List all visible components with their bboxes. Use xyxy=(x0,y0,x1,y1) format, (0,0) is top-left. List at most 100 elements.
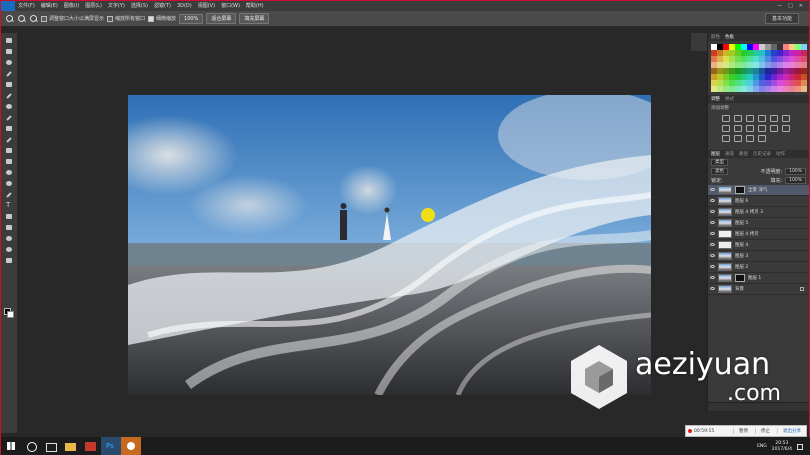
menu-filter[interactable]: 滤镜(T) xyxy=(151,1,174,11)
color-swatch[interactable] xyxy=(741,44,747,50)
color-swatch[interactable] xyxy=(789,80,795,86)
color-swatch[interactable] xyxy=(729,68,735,74)
menu-select[interactable]: 选择(S) xyxy=(128,1,151,11)
color-swatch[interactable] xyxy=(711,74,717,80)
windows-start-icon[interactable] xyxy=(1,437,21,455)
menu-view[interactable]: 视图(V) xyxy=(195,1,218,11)
photo-filter-icon[interactable] xyxy=(746,124,754,132)
tab-adjustments[interactable]: 调整 xyxy=(711,96,720,102)
color-swatch[interactable] xyxy=(747,44,753,50)
recorder-app-icon[interactable] xyxy=(121,437,141,455)
color-swatch[interactable] xyxy=(795,68,801,74)
layer-row[interactable]: 背景 xyxy=(708,284,809,295)
color-swatch[interactable] xyxy=(717,80,723,86)
color-swatch[interactable] xyxy=(717,74,723,80)
layer-row[interactable]: 图层 1 xyxy=(708,273,809,284)
menu-type[interactable]: 文字(Y) xyxy=(105,1,128,11)
color-swatch[interactable] xyxy=(759,74,765,80)
move-tool-icon[interactable] xyxy=(4,36,14,45)
color-swatch[interactable] xyxy=(783,44,789,50)
more-tools-icon[interactable] xyxy=(4,256,14,265)
color-swatch[interactable] xyxy=(717,50,723,56)
zoom-tool-icon[interactable] xyxy=(4,245,14,254)
channel-mixer-icon[interactable] xyxy=(758,124,766,132)
color-swatch[interactable] xyxy=(759,44,765,50)
color-swatch[interactable] xyxy=(753,44,759,50)
color-swatch[interactable] xyxy=(789,74,795,80)
layer-mask-thumbnail[interactable] xyxy=(735,273,745,282)
color-swatch[interactable] xyxy=(747,80,753,86)
hue-saturation-icon[interactable] xyxy=(782,114,790,122)
color-swatch[interactable] xyxy=(777,62,783,68)
panel-dock-icons[interactable] xyxy=(691,33,707,51)
color-swatch[interactable] xyxy=(771,80,777,86)
color-swatch[interactable] xyxy=(795,56,801,62)
color-swatch[interactable] xyxy=(729,86,735,92)
layer-row[interactable]: 图层 2 xyxy=(708,262,809,273)
tab-color[interactable]: 颜色 xyxy=(711,34,720,40)
color-swatch[interactable] xyxy=(765,68,771,74)
brush-tool-icon[interactable] xyxy=(4,113,14,122)
tab-history[interactable]: 历史记录 xyxy=(753,151,771,157)
visibility-eye-icon[interactable] xyxy=(710,265,715,268)
color-swatch[interactable] xyxy=(753,62,759,68)
menu-edit[interactable]: 编辑(E) xyxy=(38,1,61,11)
color-balance-icon[interactable] xyxy=(722,124,730,132)
color-swatch[interactable] xyxy=(795,80,801,86)
threshold-icon[interactable] xyxy=(734,134,742,142)
color-swatch[interactable] xyxy=(765,80,771,86)
ime-indicator[interactable]: ENG xyxy=(757,444,767,449)
path-select-tool-icon[interactable] xyxy=(4,212,14,221)
color-lookup-icon[interactable] xyxy=(770,124,778,132)
color-swatch[interactable] xyxy=(789,44,795,50)
color-swatch[interactable] xyxy=(765,44,771,50)
zoom-100-button[interactable]: 100% xyxy=(179,13,204,24)
color-swatch[interactable] xyxy=(783,50,789,56)
color-swatch[interactable] xyxy=(801,86,807,92)
color-swatch[interactable] xyxy=(741,62,747,68)
swatches-grid[interactable] xyxy=(708,41,809,95)
eraser-tool-icon[interactable] xyxy=(4,146,14,155)
resize-windows-checkbox[interactable]: 调整窗口大小以满屏显示 xyxy=(41,15,104,22)
blend-mode-select[interactable]: 滤色 xyxy=(711,167,728,175)
color-swatch[interactable] xyxy=(729,56,735,62)
menu-3d[interactable]: 3D(D) xyxy=(174,1,195,11)
blur-tool-icon[interactable] xyxy=(4,168,14,177)
color-swatch[interactable] xyxy=(729,50,735,56)
color-swatch[interactable] xyxy=(723,56,729,62)
color-swatch[interactable] xyxy=(795,86,801,92)
zoom-all-checkbox[interactable]: 缩放所有窗口 xyxy=(107,15,145,22)
visibility-eye-icon[interactable] xyxy=(710,243,715,246)
color-swatch[interactable] xyxy=(711,50,717,56)
crop-tool-icon[interactable] xyxy=(4,80,14,89)
menu-image[interactable]: 图像(I) xyxy=(61,1,82,11)
color-swatch[interactable] xyxy=(735,62,741,68)
color-swatch[interactable] xyxy=(717,44,723,50)
color-swatch[interactable] xyxy=(711,62,717,68)
color-swatch[interactable] xyxy=(723,68,729,74)
dodge-tool-icon[interactable] xyxy=(4,179,14,188)
color-swatch[interactable] xyxy=(753,50,759,56)
scrubby-zoom-checkbox[interactable]: 细微缩放 xyxy=(148,15,176,22)
tab-actions[interactable]: 动作 xyxy=(776,151,785,157)
color-swatch[interactable] xyxy=(759,68,765,74)
color-swatch[interactable] xyxy=(759,62,765,68)
color-swatch[interactable] xyxy=(723,50,729,56)
color-swatch[interactable] xyxy=(801,62,807,68)
visibility-eye-icon[interactable] xyxy=(710,287,715,290)
close-button[interactable]: ✕ xyxy=(799,3,803,9)
color-swatch[interactable] xyxy=(759,50,765,56)
color-swatch[interactable] xyxy=(723,44,729,50)
color-swatch[interactable] xyxy=(723,80,729,86)
color-swatch[interactable] xyxy=(747,68,753,74)
layer-row[interactable]: 图层 6 xyxy=(708,196,809,207)
color-swatch[interactable] xyxy=(717,86,723,92)
color-swatch[interactable] xyxy=(759,80,765,86)
color-swatch[interactable] xyxy=(741,80,747,86)
hand-tool-icon[interactable] xyxy=(4,234,14,243)
color-swatch[interactable] xyxy=(711,86,717,92)
quit-share-button[interactable]: 退出分享 xyxy=(777,428,806,434)
layer-kind-select[interactable]: 类型 xyxy=(711,158,728,166)
fit-screen-button[interactable]: 适合屏幕 xyxy=(206,13,237,24)
color-swatch[interactable] xyxy=(771,50,777,56)
